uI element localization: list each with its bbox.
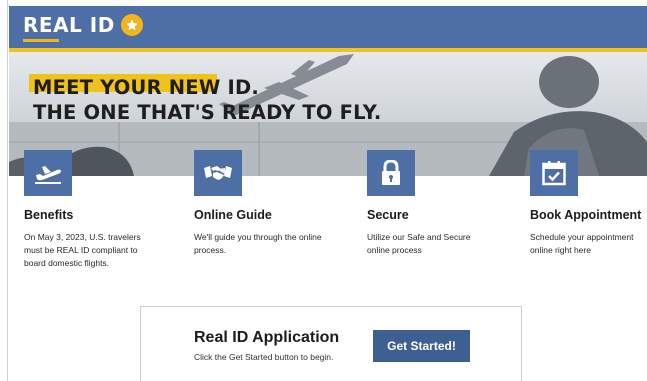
handshake-icon bbox=[194, 150, 242, 196]
feature-title: Secure bbox=[367, 208, 409, 222]
logo-text: REAL ID bbox=[23, 13, 115, 37]
feature-description: We'll guide you through the online proce… bbox=[194, 232, 322, 255]
feature-benefits: Benefits On May 3, 2023, U.S. travelers … bbox=[24, 150, 179, 270]
logo-underline bbox=[23, 39, 59, 42]
feature-title: Online Guide bbox=[194, 208, 272, 222]
feature-title: Book Appointment bbox=[530, 208, 642, 222]
application-cta-panel: Real ID Application Click the Get Starte… bbox=[140, 306, 522, 381]
feature-description: Schedule your appointment online right h… bbox=[530, 232, 634, 255]
headline-line-2: THE ONE THAT'S READY TO FLY. bbox=[33, 101, 382, 124]
feature-description: Utilize our Safe and Secure online proce… bbox=[367, 232, 471, 255]
headline-line-1: MEET YOUR NEW ID. bbox=[33, 76, 259, 99]
star-badge-icon bbox=[120, 14, 143, 36]
site-logo[interactable]: REAL ID bbox=[23, 13, 143, 37]
feature-online-guide: Online Guide We'll guide you through the… bbox=[194, 150, 349, 257]
lock-icon bbox=[367, 150, 415, 196]
feature-description: On May 3, 2023, U.S. travelers must be R… bbox=[24, 232, 141, 268]
feature-title: Benefits bbox=[24, 208, 74, 222]
feature-secure: Secure Utilize our Safe and Secure onlin… bbox=[367, 150, 522, 257]
hero-headline: MEET YOUR NEW ID. THE ONE THAT'S READY T… bbox=[33, 75, 381, 125]
feature-book-appointment: Book Appointment Schedule your appointme… bbox=[530, 150, 647, 257]
cta-subtitle: Click the Get Started button to begin. bbox=[194, 352, 334, 362]
cta-title: Real ID Application bbox=[194, 329, 340, 346]
window-left-edge bbox=[0, 0, 8, 381]
site-header: REAL ID bbox=[9, 6, 647, 48]
get-started-button[interactable]: Get Started! bbox=[373, 330, 470, 362]
calendar-check-icon bbox=[530, 150, 578, 196]
airplane-takeoff-icon bbox=[24, 150, 72, 196]
